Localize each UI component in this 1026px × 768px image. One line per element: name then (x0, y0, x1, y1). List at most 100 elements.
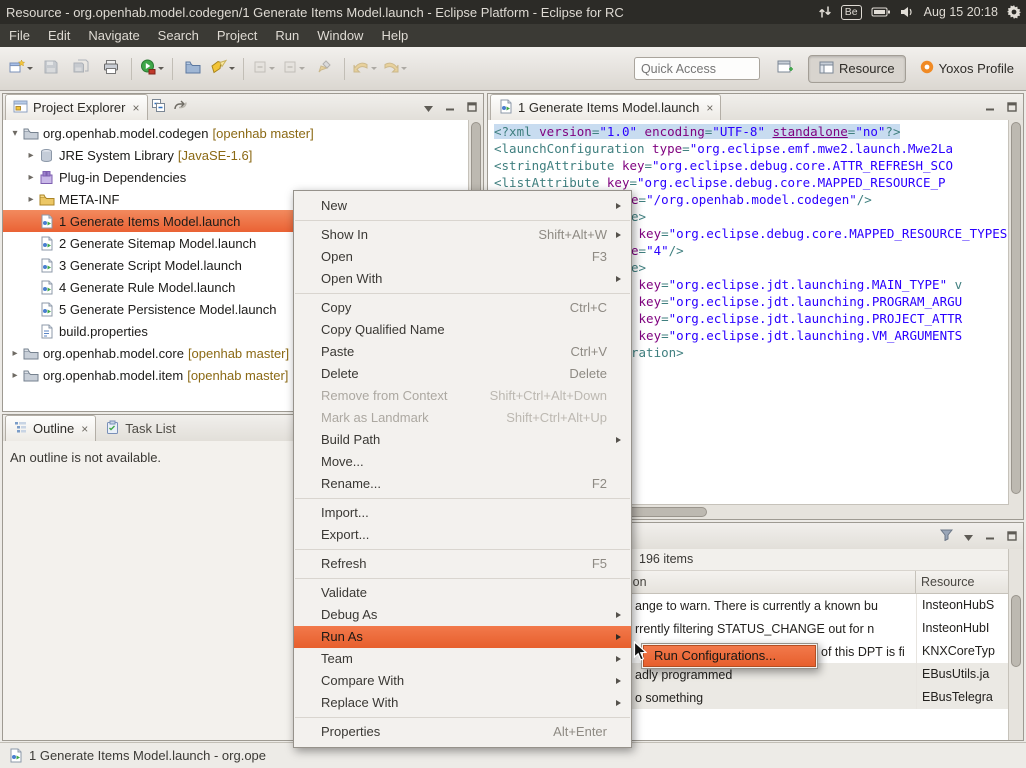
column-header-resource[interactable]: Resource (916, 571, 1023, 593)
menu-item-export[interactable]: Export... (294, 524, 631, 546)
menu-item-run-as[interactable]: Run As (294, 626, 631, 648)
save-all-button[interactable] (66, 56, 96, 82)
menubar-item-help[interactable]: Help (372, 24, 417, 47)
menubar-item-navigate[interactable]: Navigate (79, 24, 148, 47)
context-menu: New Show InShift+Alt+WOpenF3Open With Copy… (293, 190, 632, 748)
tab-task-list[interactable]: Task List (98, 416, 183, 441)
clock[interactable]: Aug 15 20:18 (924, 5, 998, 19)
menu-item-validate[interactable]: Validate (294, 582, 631, 604)
print-button[interactable] (96, 56, 126, 82)
search-button[interactable] (208, 56, 238, 82)
menubar-item-file[interactable]: File (0, 24, 39, 47)
menubar-item-search[interactable]: Search (149, 24, 208, 47)
expand-arrow-icon[interactable]: ▾ (3, 128, 23, 139)
menu-item-copy-qualified-name[interactable]: Copy Qualified Name (294, 319, 631, 341)
expand-arrow-icon[interactable]: ▸ (3, 348, 23, 359)
close-tab-icon[interactable]: × (132, 101, 139, 115)
yoxos-profile-button[interactable]: Yoxos Profile (914, 60, 1020, 77)
menubar-item-run[interactable]: Run (266, 24, 308, 47)
dropdown-caret-icon (269, 67, 275, 70)
new-wizard-button[interactable] (6, 56, 36, 82)
menubar-item-edit[interactable]: Edit (39, 24, 79, 47)
scrollbar-thumb[interactable] (1011, 595, 1021, 667)
marker-resource: InsteonHubI (916, 617, 1023, 640)
tree-item-label: org.openhab.model.item (40, 368, 183, 383)
menu-item-replace-with[interactable]: Replace With (294, 692, 631, 714)
forward-button[interactable] (380, 56, 410, 82)
tree-item[interactable]: ▸JRE System Library [JavaSE-1.6] (3, 144, 469, 166)
tree-item-decoration: [openhab master] (184, 346, 289, 361)
menu-item-paste[interactable]: PasteCtrl+V (294, 341, 631, 363)
quick-access-input[interactable] (634, 57, 760, 80)
menu-item-properties[interactable]: PropertiesAlt+Enter (294, 721, 631, 743)
menu-item-rename[interactable]: Rename...F2 (294, 473, 631, 495)
menu-item-debug-as[interactable]: Debug As (294, 604, 631, 626)
back-button[interactable] (350, 56, 380, 82)
battery-icon[interactable] (871, 6, 891, 18)
minimize-button[interactable] (980, 97, 1000, 117)
previous-annotation-button[interactable] (279, 56, 309, 82)
menu-separator (295, 549, 630, 550)
code-line: <?xml version="1.0" encoding="UTF-8" sta… (494, 123, 1009, 140)
menu-item-copy[interactable]: CopyCtrl+C (294, 297, 631, 319)
menu-item-open[interactable]: OpenF3 (294, 246, 631, 268)
last-edit-location-button[interactable] (309, 56, 339, 82)
menu-item-team[interactable]: Team (294, 648, 631, 670)
menubar-item-project[interactable]: Project (208, 24, 266, 47)
menu-shortcut: Shift+Ctrl+Alt+Down (490, 385, 607, 407)
view-menu-button[interactable] (418, 97, 438, 117)
project-explorer-icon (13, 99, 28, 117)
minimize-button[interactable] (440, 97, 460, 117)
tab-project-explorer[interactable]: Project Explorer × (5, 94, 148, 120)
next-annotation-button[interactable] (249, 56, 279, 82)
expand-arrow-icon[interactable]: ▸ (3, 370, 23, 381)
menu-item-show-in[interactable]: Show InShift+Alt+W (294, 224, 631, 246)
menu-item-compare-with[interactable]: Compare With (294, 670, 631, 692)
external-tools-run-button[interactable] (137, 56, 167, 82)
link-with-editor-button[interactable] (171, 97, 191, 117)
view-menu-button[interactable] (958, 526, 978, 546)
tree-item-decoration: [JavaSE-1.6] (174, 148, 252, 163)
scrollbar-thumb[interactable] (1011, 122, 1021, 494)
maximize-button[interactable] (1002, 526, 1022, 546)
menu-item-import[interactable]: Import... (294, 502, 631, 524)
tab-editor-launch-file[interactable]: 1 Generate Items Model.launch × (490, 94, 721, 120)
menubar-item-window[interactable]: Window (308, 24, 372, 47)
menu-item-move[interactable]: Move... (294, 451, 631, 473)
keyboard-layout-indicator[interactable]: Be (841, 5, 862, 20)
menu-item-open-with[interactable]: Open With (294, 268, 631, 290)
menu-item-delete[interactable]: DeleteDelete (294, 363, 631, 385)
close-tab-icon[interactable]: × (706, 101, 713, 115)
markers-vertical-scrollbar[interactable] (1008, 549, 1023, 740)
close-tab-icon[interactable]: × (81, 422, 88, 436)
expand-arrow-icon[interactable]: ▸ (3, 194, 39, 205)
collapse-all-button[interactable] (149, 97, 169, 117)
tab-outline[interactable]: Outline × (5, 415, 96, 441)
minimize-button[interactable] (980, 526, 1000, 546)
tree-item[interactable]: ▸Plug-in Dependencies (3, 166, 469, 188)
maximize-icon (1007, 529, 1017, 544)
menu-bar: FileEditNavigateSearchProjectRunWindowHe… (0, 24, 1026, 47)
menu-item-refresh[interactable]: RefreshF5 (294, 553, 631, 575)
code-line: <listAttribute key="org.eclipse.debug.co… (494, 174, 1009, 191)
volume-icon[interactable] (900, 6, 915, 18)
maximize-button[interactable] (462, 97, 482, 117)
menu-item-build-path[interactable]: Build Path (294, 429, 631, 451)
expand-arrow-icon[interactable]: ▸ (3, 150, 39, 161)
tree-item[interactable]: ▾org.openhab.model.codegen [openhab mast… (3, 122, 469, 144)
session-gear-icon[interactable] (1007, 5, 1021, 19)
filter-button[interactable] (936, 526, 956, 546)
expand-arrow-icon[interactable]: ▸ (3, 172, 39, 183)
menu-item-run-configurations[interactable]: Run Configurations... (643, 645, 816, 667)
menu-item-new[interactable]: New (294, 195, 631, 217)
perspective-resource-button[interactable]: Resource (808, 55, 906, 83)
maximize-button[interactable] (1002, 97, 1022, 117)
toolbar-separator (243, 58, 244, 80)
editor-vertical-scrollbar[interactable] (1008, 120, 1023, 519)
open-perspective-button[interactable] (770, 56, 800, 82)
save-button[interactable] (36, 56, 66, 82)
open-task-button[interactable] (178, 56, 208, 82)
system-tray: Be Aug 15 20:18 (818, 5, 1026, 20)
marker-resource: EBusTelegra (916, 686, 1023, 709)
network-arrows-icon[interactable] (818, 5, 832, 19)
